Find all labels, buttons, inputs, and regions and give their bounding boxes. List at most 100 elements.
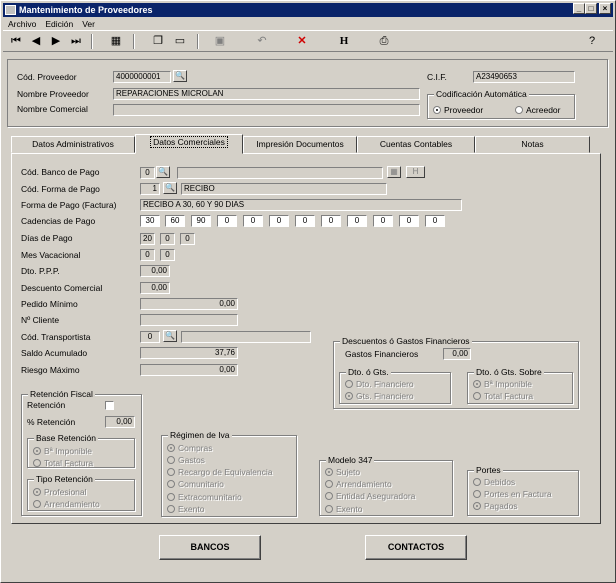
pedido-minimo-field[interactable]: 0,00 — [140, 298, 238, 310]
menu-edicion[interactable]: Edición — [45, 19, 73, 29]
cadencia-field[interactable]: 30 — [140, 215, 160, 227]
cadencia-field[interactable]: 0 — [347, 215, 367, 227]
save-button[interactable]: ▣ — [211, 33, 229, 50]
tab-datos-comerciales[interactable]: Datos Comerciales — [135, 134, 243, 154]
dia-pago-field[interactable]: 0 — [160, 233, 175, 245]
maximize-button[interactable]: □ — [585, 3, 597, 14]
menu-archivo[interactable]: Archivo — [8, 19, 36, 29]
radio-regimen-comunitario[interactable]: Comunitario — [167, 479, 224, 489]
print-button[interactable]: ⎙ — [375, 33, 393, 50]
radio-portes-factura[interactable]: Portes en Factura — [473, 489, 552, 499]
bancos-button[interactable]: BANCOS — [159, 535, 261, 560]
search-icon: 🔍 — [165, 331, 175, 340]
mes-vacacional-field[interactable]: 0 — [160, 249, 175, 261]
banco-name-field[interactable] — [177, 167, 383, 179]
mes-vacacional-field[interactable]: 0 — [140, 249, 155, 261]
tab-impresion-documentos[interactable]: Impresión Documentos — [243, 136, 357, 153]
cadencia-field[interactable]: 0 — [425, 215, 445, 227]
transportista-name-field[interactable] — [181, 331, 311, 343]
radio-modelo-arrendamiento[interactable]: Arrendamiento — [325, 479, 392, 489]
cadencia-field[interactable]: 0 — [321, 215, 341, 227]
undo-icon: ↶ — [257, 35, 267, 47]
tab-datos-administrativos[interactable]: Datos Administrativos — [11, 136, 135, 153]
num-cliente-field[interactable] — [140, 314, 238, 326]
cadencia-field[interactable]: 0 — [399, 215, 419, 227]
radio-regimen-extracomunitario[interactable]: Extracomunitario — [167, 492, 242, 502]
forma-pago-code-field[interactable]: 1 — [140, 183, 160, 195]
banco-search-button[interactable]: 🔍 — [156, 166, 170, 178]
gastos-financieros-field[interactable]: 0,00 — [443, 348, 471, 360]
banco-history-button[interactable]: H — [406, 166, 425, 178]
dto-ppp-field[interactable]: 0,00 — [140, 265, 170, 277]
radio-regimen-gastos[interactable]: Gastos — [167, 455, 205, 465]
riesgo-field[interactable]: 0,00 — [140, 364, 238, 376]
forma-factura-field[interactable]: RECIBO A 30, 60 Y 90 DIAS — [140, 199, 462, 211]
cadencia-field[interactable]: 0 — [269, 215, 289, 227]
dia-pago-field[interactable]: 20 — [140, 233, 155, 245]
radio-profesional[interactable]: Profesional — [33, 487, 87, 497]
banco-code-field[interactable]: 0 — [140, 167, 155, 179]
radio-regimen-recargo[interactable]: Recargo de Equivalencia — [167, 467, 273, 477]
dia-pago-field[interactable]: 0 — [180, 233, 195, 245]
nombre-comercial-field[interactable] — [113, 104, 420, 116]
search-proveedor-button[interactable]: 🔍 — [173, 70, 187, 82]
forma-pago-name-field[interactable]: RECIBO — [181, 183, 387, 195]
tipo-retencion-title: Tipo Retención — [34, 474, 95, 484]
radio-sobre-total[interactable]: Total Factura — [473, 391, 533, 401]
radio-portes-debidos[interactable]: Debidos — [473, 477, 515, 487]
radio-gts-financiero[interactable]: Gts. Financiero — [345, 391, 414, 401]
next-record-button[interactable]: ▶ — [47, 33, 65, 50]
close-button[interactable]: × — [599, 3, 611, 14]
tab-cuentas-contables[interactable]: Cuentas Contables — [357, 136, 475, 153]
undo-button[interactable]: ↶ — [253, 33, 271, 50]
radio-arrendamiento[interactable]: Arrendamiento — [33, 499, 100, 509]
prev-record-button[interactable]: ◀ — [27, 33, 45, 50]
radio-acreedor[interactable]: Acreedor — [515, 105, 561, 115]
desc-comercial-field[interactable]: 0,00 — [140, 282, 170, 294]
cadencia-field[interactable]: 60 — [165, 215, 185, 227]
history-button[interactable]: H — [335, 33, 353, 50]
search-icon: 🔍 — [158, 167, 168, 176]
cod-proveedor-field[interactable]: 4000000001 — [113, 71, 171, 83]
radio-portes-pagados[interactable]: Pagados — [473, 501, 518, 511]
edit-button[interactable]: ▭ — [171, 33, 189, 50]
radio-proveedor[interactable]: Proveedor — [433, 105, 483, 115]
pct-retencion-field[interactable]: 0,00 — [105, 416, 135, 428]
saldo-field[interactable]: 37,76 — [140, 347, 238, 359]
radio-modelo-exento[interactable]: Exento — [325, 504, 362, 514]
contactos-button[interactable]: CONTACTOS — [365, 535, 467, 560]
saldo-label: Saldo Acumulado — [21, 348, 88, 358]
radio-sobre-imponible[interactable]: Bª Imponible — [473, 379, 532, 389]
pedido-minimo-label: Pedido Mínimo — [21, 299, 78, 309]
cadencia-field[interactable]: 0 — [373, 215, 393, 227]
radio-modelo-sujeto[interactable]: Sujeto — [325, 467, 360, 477]
menu-ver[interactable]: Ver — [82, 19, 95, 29]
help-button[interactable]: ? — [583, 33, 601, 50]
cadencia-field[interactable]: 0 — [243, 215, 263, 227]
cadencia-field[interactable]: 0 — [217, 215, 237, 227]
cadencia-field[interactable]: 90 — [191, 215, 211, 227]
cadencia-field[interactable]: 0 — [295, 215, 315, 227]
tab-notas[interactable]: Notas — [475, 136, 590, 153]
new-icon: ❐ — [153, 35, 163, 47]
new-button[interactable]: ❐ — [149, 33, 167, 50]
banco-table-button[interactable]: ▦ — [387, 166, 401, 178]
radio-regimen-compras[interactable]: Compras — [167, 443, 212, 453]
nombre-proveedor-field[interactable]: REPARACIONES MICROLAN — [113, 88, 420, 100]
minimize-button[interactable]: _ — [573, 3, 585, 14]
radio-base-total[interactable]: Total Factura — [33, 458, 93, 468]
radio-dto-financiero[interactable]: Dto. Financiero — [345, 379, 414, 389]
transportista-search-button[interactable]: 🔍 — [163, 330, 177, 342]
radio-base-imponible[interactable]: Bª Imponible — [33, 446, 92, 456]
transportista-code-field[interactable]: 0 — [140, 331, 160, 343]
radio-modelo-aseguradora[interactable]: Entidad Aseguradora — [325, 491, 415, 501]
table-button[interactable]: ▦ — [107, 33, 125, 50]
retencion-checkbox[interactable] — [105, 401, 114, 410]
radio-regimen-exento[interactable]: Exento — [167, 504, 204, 514]
delete-button[interactable]: ✕ — [293, 33, 311, 50]
descuentos-title: Descuentos ó Gastos Financieros — [340, 336, 472, 346]
forma-pago-search-button[interactable]: 🔍 — [163, 182, 177, 194]
last-record-button[interactable]: ⏭ — [67, 33, 85, 50]
first-record-button[interactable]: ⏮ — [7, 33, 25, 50]
cif-field[interactable]: A23490653 — [473, 71, 575, 83]
